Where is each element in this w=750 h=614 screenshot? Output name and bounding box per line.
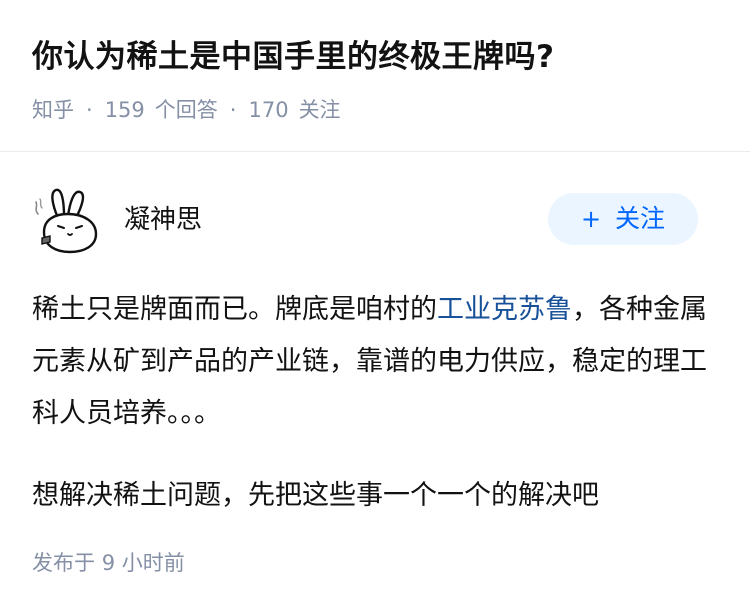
meta-separator-2: · <box>229 98 237 122</box>
published-time-unit: 小时前 <box>121 551 185 575</box>
question-header: 你认为稀土是中国手里的终极王牌吗? 知乎 · 159 个回答 · 170 关注 <box>0 0 750 152</box>
answer-count: 159 <box>104 98 145 122</box>
follow-button-label: 关注 <box>615 204 666 233</box>
answer-paragraph-1: 稀土只是牌面而已。牌底是咱村的工业克苏鲁，各种金属元素从矿到产品的产业链，靠谱的… <box>32 284 722 440</box>
author-name[interactable]: 凝神思 <box>124 200 202 240</box>
post-time: 发布于 9 小时前 <box>32 545 185 581</box>
question-meta: 知乎 · 159 个回答 · 170 关注 <box>32 92 341 128</box>
answer-body: 稀土只是牌面而已。牌底是咱村的工业克苏鲁，各种金属元素从矿到产品的产业链，靠谱的… <box>32 284 722 522</box>
rabbit-avatar-icon[interactable] <box>28 184 102 258</box>
published-label: 发布于 <box>32 551 95 575</box>
answer-text-1a: 稀土只是牌面而已。牌底是咱村的 <box>32 294 437 325</box>
answer-link-industry[interactable]: 工业克苏鲁 <box>437 294 572 325</box>
follower-count: 170 <box>248 98 289 122</box>
answer-count-label[interactable]: 个回答 <box>155 92 218 128</box>
meta-separator: · <box>86 98 93 122</box>
plus-icon: + <box>580 205 602 233</box>
published-time-value: 9 <box>101 551 116 575</box>
source-label[interactable]: 知乎 <box>32 92 74 128</box>
question-title[interactable]: 你认为稀土是中国手里的终极王牌吗? <box>32 34 554 80</box>
follower-count-label: 关注 <box>298 98 341 122</box>
follow-button[interactable]: + 关注 <box>548 193 698 245</box>
answer-paragraph-2: 想解决稀土问题，先把这些事一个一个的解决吧 <box>32 480 599 511</box>
author-row: 凝神思 + 关注 <box>0 152 750 272</box>
